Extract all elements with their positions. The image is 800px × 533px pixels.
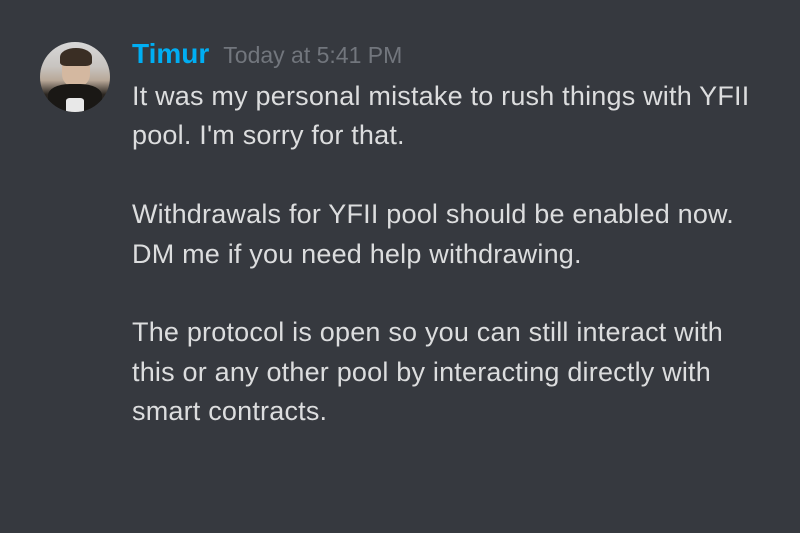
- message-timestamp: Today at 5:41 PM: [223, 42, 402, 69]
- message-body: It was my personal mistake to rush thing…: [132, 77, 768, 432]
- chat-message: Timur Today at 5:41 PM It was my persona…: [0, 0, 800, 432]
- username-link[interactable]: Timur: [132, 38, 209, 70]
- message-content: Timur Today at 5:41 PM It was my persona…: [132, 38, 768, 432]
- message-header: Timur Today at 5:41 PM: [132, 38, 768, 70]
- user-avatar[interactable]: [40, 42, 110, 112]
- avatar-decoration: [66, 98, 84, 112]
